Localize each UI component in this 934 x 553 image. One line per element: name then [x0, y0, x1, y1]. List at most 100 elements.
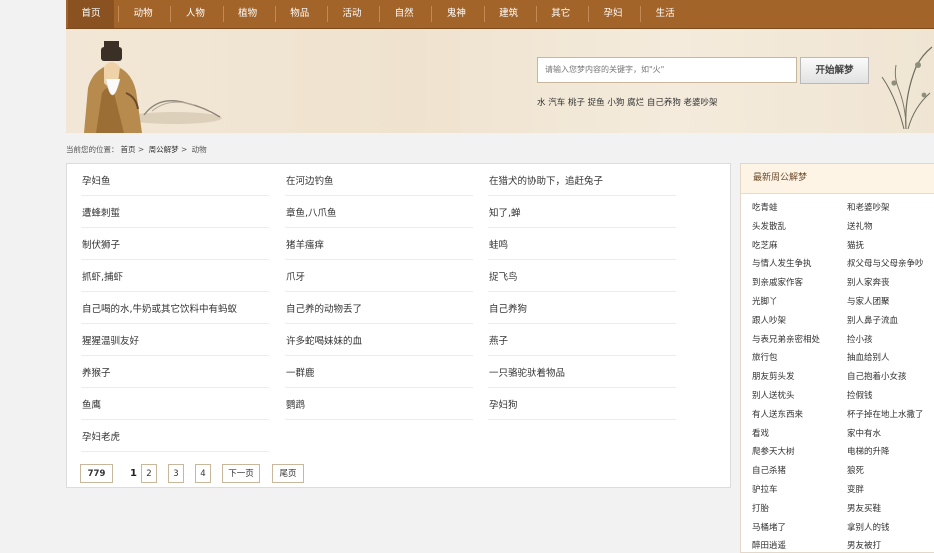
nav-separator	[483, 6, 485, 22]
sidebar-link[interactable]: 驴拉车	[752, 483, 778, 495]
sidebar-link[interactable]: 到亲戚家作客	[752, 276, 803, 288]
sidebar-link[interactable]: 和老婆吵架	[847, 201, 890, 213]
dream-list-item[interactable]: 在猎犬的协助下，追赶兔子	[489, 173, 603, 187]
dream-list-item[interactable]: 遭蜂刺蜇	[82, 205, 120, 219]
dream-list-item[interactable]: 猪羊瘙痒	[286, 237, 324, 251]
sidebar-link[interactable]: 叔父母与父母亲争吵	[847, 257, 924, 269]
sidebar-link[interactable]: 别人送枕头	[752, 389, 795, 401]
dream-list-item[interactable]: 燕子	[489, 333, 508, 347]
sidebar-link[interactable]: 有人送东西来	[752, 408, 803, 420]
sidebar-link[interactable]: 爬参天大树	[752, 445, 795, 457]
hot-keyword-link[interactable]: 捉鱼	[588, 98, 605, 108]
nav-item[interactable]: 其它	[538, 0, 584, 28]
dream-list-item[interactable]: 自己养狗	[489, 301, 527, 315]
nav-item[interactable]: 人物	[172, 0, 218, 28]
row-divider	[81, 419, 269, 420]
sidebar-link[interactable]: 抽血给别人	[847, 351, 890, 363]
sidebar-link[interactable]: 捡小孩	[847, 333, 873, 345]
dream-list-item[interactable]: 自己养的动物丢了	[286, 301, 362, 315]
dream-list-item[interactable]: 孕妇老虎	[82, 429, 120, 443]
sidebar-link[interactable]: 跟人吵架	[752, 314, 786, 326]
sidebar-link[interactable]: 光脚丫	[752, 295, 778, 307]
hot-keyword-link[interactable]: 小狗	[607, 98, 624, 108]
nav-item[interactable]: 动物	[120, 0, 166, 28]
sidebar-link[interactable]: 别人家奔丧	[847, 276, 890, 288]
dream-list-item[interactable]: 鱼鹰	[82, 397, 101, 411]
sidebar-link[interactable]: 头发散乱	[752, 220, 786, 232]
dream-list-item[interactable]: 爪牙	[286, 269, 305, 283]
hot-keyword-link[interactable]: 老婆吵架	[684, 98, 718, 108]
hot-keyword-link[interactable]: 自己养狗	[647, 98, 681, 108]
dream-list-item[interactable]: 在河边钓鱼	[286, 173, 334, 187]
breadcrumb: 当前您的位置： 首页 > 周公解梦 > 动物	[66, 145, 207, 154]
dream-list-item[interactable]: 捉飞鸟	[489, 269, 518, 283]
dream-list-item[interactable]: 许多蛇喝妹妹的血	[286, 333, 362, 347]
next-page-link[interactable]: 下一页	[222, 464, 260, 483]
nav-item[interactable]: 活动	[329, 0, 375, 28]
sidebar-link[interactable]: 电梯的升降	[847, 445, 890, 457]
sidebar-link[interactable]: 杯子掉在地上水撒了	[847, 408, 924, 420]
sidebar-link[interactable]: 醉田逍遥	[752, 539, 786, 551]
sidebar-link[interactable]: 看戏	[752, 427, 769, 439]
dream-list-item[interactable]: 知了,蝉	[489, 205, 521, 219]
sidebar-link[interactable]: 捡假钱	[847, 389, 873, 401]
row-divider	[488, 355, 676, 356]
row-divider	[488, 323, 676, 324]
page-2-link[interactable]: 2	[141, 464, 157, 483]
sidebar-link[interactable]: 与情人发生争执	[752, 257, 812, 269]
nav-item[interactable]: 孕妇	[590, 0, 636, 28]
sidebar-link[interactable]: 吃芝麻	[752, 239, 778, 251]
search-input[interactable]: 请输入您梦内容的关键字，如"火"	[537, 57, 797, 83]
sidebar-link[interactable]: 狼死	[847, 464, 864, 476]
nav-item[interactable]: 生活	[642, 0, 688, 28]
dream-list-item[interactable]: 孕妇狗	[489, 397, 518, 411]
dream-list-item[interactable]: 孕妇鱼	[82, 173, 111, 187]
sidebar-link[interactable]: 朋友剪头发	[752, 370, 795, 382]
breadcrumb-zhougong[interactable]: 周公解梦	[149, 145, 179, 154]
sidebar-link[interactable]: 与表兄弟亲密相处	[752, 333, 820, 345]
sidebar-link[interactable]: 旅行包	[752, 351, 778, 363]
dream-list-item[interactable]: 鹦鹉	[286, 397, 305, 411]
dream-list-item[interactable]: 章鱼,八爪鱼	[286, 205, 337, 219]
page-3-link[interactable]: 3	[168, 464, 184, 483]
dream-list-item[interactable]: 蛙鸣	[489, 237, 508, 251]
sidebar-link[interactable]: 家中有水	[847, 427, 881, 439]
nav-item[interactable]: 植物	[225, 0, 271, 28]
page-4-link[interactable]: 4	[195, 464, 211, 483]
nav-item[interactable]: 建筑	[486, 0, 532, 28]
dream-list-item[interactable]: 抓虾,捕虾	[82, 269, 123, 283]
sidebar-link[interactable]: 吃青蛙	[752, 201, 778, 213]
sidebar-link[interactable]: 男友被打	[847, 539, 881, 551]
sidebar-link[interactable]: 与家人团聚	[847, 295, 890, 307]
hot-keyword-link[interactable]: 水	[537, 98, 546, 108]
sidebar-link[interactable]: 别人鼻子流血	[847, 314, 898, 326]
sidebar-link[interactable]: 打胎	[752, 502, 769, 514]
sidebar-link[interactable]: 马桶堵了	[752, 521, 786, 533]
hot-keyword-link[interactable]: 汽车	[548, 98, 565, 108]
hot-keyword-link[interactable]: 腐烂	[627, 98, 644, 108]
sidebar-link[interactable]: 变胖	[847, 483, 864, 495]
sidebar-link[interactable]: 猫抚	[847, 239, 864, 251]
row-divider	[81, 451, 269, 452]
dream-list-item[interactable]: 制伏狮子	[82, 237, 120, 251]
nav-item[interactable]: 物品	[277, 0, 323, 28]
search-button[interactable]: 开始解梦	[800, 57, 869, 84]
dream-list-item[interactable]: 养猴子	[82, 365, 111, 379]
dream-list-item[interactable]: 一群鹿	[286, 365, 315, 379]
sidebar-link[interactable]: 自己杀猪	[752, 464, 786, 476]
row-divider	[285, 227, 473, 228]
nav-item[interactable]: 鬼神	[433, 0, 479, 28]
sidebar-link[interactable]: 自己抱着小女孩	[847, 370, 907, 382]
dream-list-item[interactable]: 一只骆驼驮着物品	[489, 365, 565, 379]
nav-item[interactable]: 首页	[68, 0, 114, 28]
last-page-link[interactable]: 尾页	[272, 464, 304, 483]
sidebar-link[interactable]: 拿别人的钱	[847, 521, 890, 533]
breadcrumb-home[interactable]: 首页	[121, 145, 136, 154]
nav-item[interactable]: 自然	[381, 0, 427, 28]
dream-list-item[interactable]: 自己喝的水,牛奶或其它饮料中有蚂蚁	[82, 301, 237, 315]
sidebar-link[interactable]: 男友买鞋	[847, 502, 881, 514]
dream-list-item[interactable]: 猩猩温驯友好	[82, 333, 139, 347]
hot-keyword-link[interactable]: 桃子	[568, 98, 585, 108]
sidebar-link[interactable]: 送礼物	[847, 220, 873, 232]
row-divider	[488, 419, 676, 420]
